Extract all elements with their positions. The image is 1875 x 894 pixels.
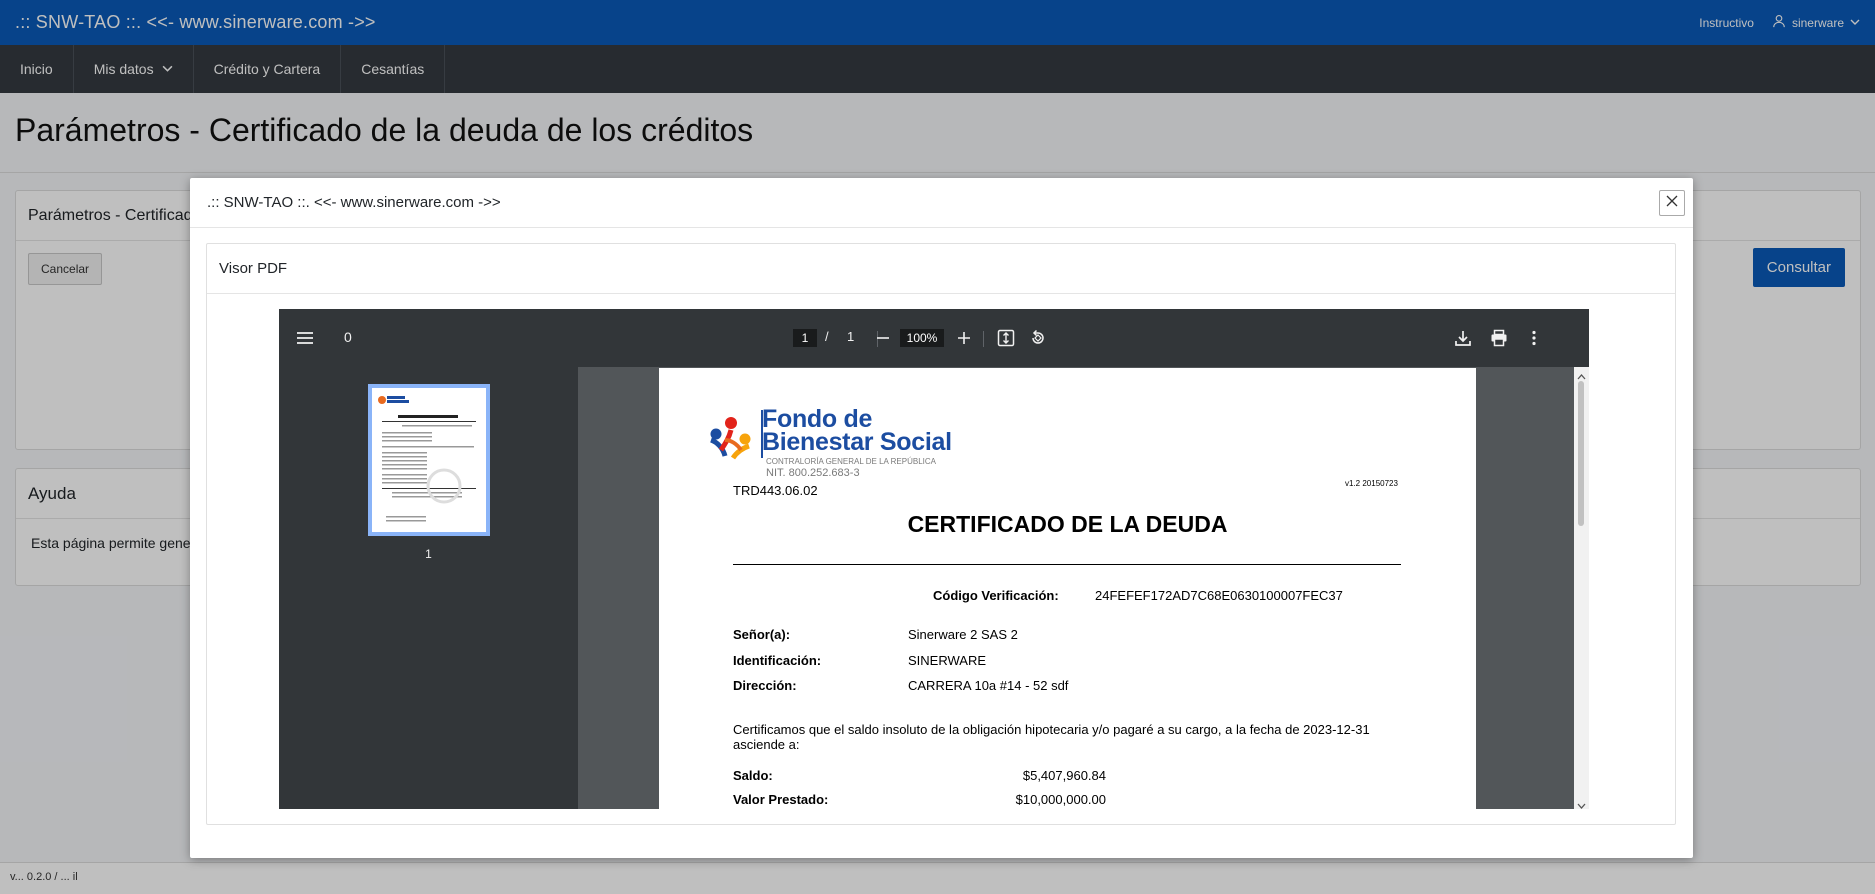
trd-code: TRD443.06.02 [733, 483, 818, 498]
page-separator: / [825, 329, 829, 344]
logo-text: Fondo de Bienestar Social [762, 407, 952, 456]
menu-icon[interactable] [295, 328, 315, 348]
close-icon [1666, 194, 1678, 212]
senor-label: Señor(a): [733, 627, 791, 642]
verification-label: Código Verificación: [933, 588, 1059, 603]
version-text: v1.2 20150723 [1345, 479, 1398, 488]
logo-line: Bienestar Social [762, 428, 952, 456]
certificate-title: CERTIFICADO DE LA DEUDA [907, 511, 1228, 537]
zoom-in-icon[interactable] [954, 328, 974, 348]
pdf-page: Fondo de Bienestar Social CONTRALORÍA GE… [659, 368, 1476, 809]
saldo-value: $5,407,960.84 [1022, 768, 1106, 783]
page-total: 1 [847, 329, 855, 344]
print-icon[interactable] [1489, 328, 1509, 348]
logo-icon [705, 414, 757, 467]
thumbnail-page-number: 1 [425, 547, 432, 561]
close-button[interactable] [1659, 190, 1685, 216]
toolbar-divider [983, 331, 984, 347]
viewer-title: Visor PDF [207, 244, 1675, 294]
scroll-down-icon[interactable] [1577, 797, 1586, 809]
zoom-input[interactable]: 100% [900, 329, 944, 347]
identification-value: SINERWARE [908, 653, 987, 668]
verification-value: 24FEFEF172AD7C68E0630100007FEC37 [1095, 588, 1343, 603]
senor-value: Sinerware 2 SAS 2 [908, 627, 1018, 642]
page-number-input[interactable]: 1 [793, 329, 817, 347]
page-thumbnail[interactable] [368, 384, 490, 536]
scroll-thumb[interactable] [1578, 381, 1584, 526]
thumbnail-sidebar: 1 [279, 367, 578, 809]
download-icon[interactable] [1453, 328, 1473, 348]
pdf-doc-title: 0 [344, 329, 352, 345]
identification-label: Identificación: [733, 653, 822, 668]
pdf-toolbar: 0 1 / 1 100% [279, 309, 1589, 367]
modal-title: .:: SNW-TAO ::. <<- www.sinerware.com ->… [190, 178, 1693, 228]
pdf-viewer: 0 1 / 1 100% 1 Fondo de Bienestar Social… [279, 309, 1589, 809]
prestado-value: $10,000,000.00 [1015, 792, 1106, 807]
nit-text: NIT. 800.252.683-3 [766, 467, 860, 479]
saldo-label: Saldo: [733, 768, 773, 783]
rotate-icon[interactable] [1028, 328, 1048, 348]
prestado-label: Valor Prestado: [733, 792, 829, 807]
zoom-out-icon[interactable] [873, 328, 893, 348]
more-icon[interactable] [1524, 328, 1544, 348]
certificate-paragraph: Certificamos que el saldo insoluto de la… [733, 722, 1370, 752]
address-label: Dirección: [733, 678, 797, 693]
fit-page-icon[interactable] [996, 328, 1016, 348]
address-value: CARRERA 10a #14 - 52 sdf [908, 678, 1069, 693]
pdf-scrollbar[interactable] [1574, 367, 1589, 809]
logo-subtitle: CONTRALORÍA GENERAL DE LA REPÚBLICA [766, 457, 936, 466]
divider [733, 564, 1401, 565]
